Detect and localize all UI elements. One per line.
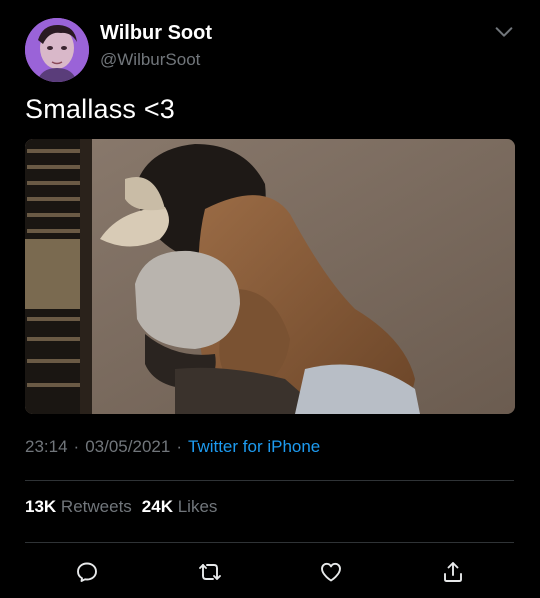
likes-count: 24K [141,497,173,516]
divider [25,480,514,481]
retweets-count: 13K [25,497,57,516]
handle[interactable]: @WilburSoot [100,50,200,70]
share-icon [444,562,462,582]
tweet-meta: 23:14 · 03/05/2021 · Twitter for iPhone [25,437,320,457]
heart-icon [321,562,341,582]
retweets-stat[interactable]: 13K Retweets [25,497,132,516]
likes-label: Likes [177,497,218,516]
tweet: Wilbur Soot @WilburSoot Smallass <3 23:1… [0,0,540,598]
more-options-button[interactable] [490,18,518,46]
retweet-icon [199,564,221,580]
share-button[interactable] [437,556,469,588]
like-button[interactable] [315,556,347,588]
tweet-text: Smallass <3 [25,94,176,124]
chevron-down-icon [495,27,513,37]
meta-separator: · [176,437,182,456]
photo-image [25,139,515,414]
likes-stat[interactable]: 24K Likes [142,497,218,516]
avatar-image [25,18,89,82]
tweet-time: 23:14 [25,437,68,456]
retweet-button[interactable] [194,556,226,588]
tweet-stats: 13K Retweets 24K Likes [25,497,217,517]
tweet-actions [0,556,540,588]
reply-button[interactable] [71,556,103,588]
retweets-label: Retweets [60,497,132,516]
reply-icon [77,562,97,582]
tweet-source-link[interactable]: Twitter for iPhone [188,437,320,456]
tweet-date: 03/05/2021 [85,437,171,456]
avatar[interactable] [25,18,89,82]
tweet-photo[interactable] [25,139,515,414]
meta-separator: · [73,437,80,456]
display-name[interactable]: Wilbur Soot [100,22,212,45]
divider [25,542,514,543]
